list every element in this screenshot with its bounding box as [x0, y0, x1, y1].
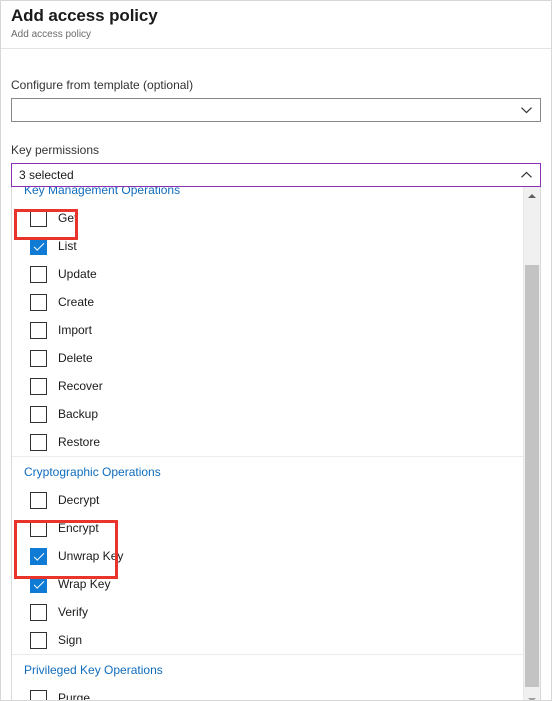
key-permissions-field-label: Key permissions [11, 143, 100, 157]
checkbox-checked-icon[interactable] [30, 575, 47, 593]
dropdown-option-label: Restore [58, 435, 101, 449]
dropdown-option-label: Verify [58, 605, 89, 619]
checkbox-checked-icon[interactable] [30, 237, 47, 255]
checkbox-unchecked-icon[interactable] [30, 603, 47, 621]
key-permissions-value: 3 selected [19, 168, 74, 182]
option-group-header: Privileged Key Operations [12, 654, 523, 684]
dropdown-option[interactable]: Update [12, 260, 523, 288]
add-access-policy-blade: Add access policy Add access policy Conf… [0, 0, 552, 701]
configure-from-template-select[interactable] [11, 98, 541, 122]
dropdown-option-label: Recover [58, 379, 103, 393]
checkbox-unchecked-icon[interactable] [30, 209, 47, 227]
dropdown-option-label: Unwrap Key [58, 549, 124, 563]
scroll-up-arrow-icon[interactable] [524, 187, 540, 204]
scroll-down-arrow-icon[interactable] [524, 691, 540, 700]
page-subtitle: Add access policy [11, 29, 92, 40]
dropdown-scrollbar[interactable] [523, 187, 540, 700]
dropdown-option-label: Delete [58, 351, 93, 365]
dropdown-option-label: List [58, 239, 77, 253]
dropdown-option-label: Backup [58, 407, 99, 421]
dropdown-option[interactable]: Sign [12, 626, 523, 654]
dropdown-option[interactable]: List [12, 232, 523, 260]
blade-header: Add access policy Add access policy [1, 1, 551, 49]
key-permissions-dropdown-panel: Key Management Operations Get List Update Cr… [11, 187, 541, 701]
checkbox-unchecked-icon[interactable] [30, 265, 47, 283]
dropdown-option[interactable]: Encrypt [12, 514, 523, 542]
option-group-header: Cryptographic Operations [12, 456, 523, 486]
checkbox-unchecked-icon[interactable] [30, 405, 47, 423]
checkbox-unchecked-icon[interactable] [30, 491, 47, 509]
dropdown-option-label: Get [58, 211, 78, 225]
chevron-down-icon [520, 104, 533, 117]
dropdown-option[interactable]: Get [12, 204, 523, 232]
dropdown-option-label: Decrypt [58, 493, 100, 507]
dropdown-option-label: Encrypt [58, 521, 99, 535]
dropdown-option-label: Create [58, 295, 95, 309]
key-permissions-select[interactable]: 3 selected [11, 163, 541, 187]
checkbox-unchecked-icon[interactable] [30, 377, 47, 395]
form-area: Configure from template (optional) Key p… [1, 77, 551, 701]
checkbox-unchecked-icon[interactable] [30, 321, 47, 339]
dropdown-option-label: Sign [58, 633, 83, 647]
dropdown-option[interactable]: Recover [12, 372, 523, 400]
dropdown-option-label: Wrap Key [58, 577, 111, 591]
dropdown-option[interactable]: Delete [12, 344, 523, 372]
page-title: Add access policy [11, 6, 158, 25]
dropdown-option[interactable]: Restore [12, 428, 523, 456]
chevron-up-icon [520, 169, 533, 182]
dropdown-scroll-viewport: Key Management Operations Get List Update Cr… [12, 187, 523, 701]
dropdown-option[interactable]: Backup [12, 400, 523, 428]
checkbox-unchecked-icon[interactable] [30, 631, 47, 649]
dropdown-option[interactable]: Unwrap Key [12, 542, 523, 570]
checkbox-unchecked-icon[interactable] [30, 519, 47, 537]
template-field-label: Configure from template (optional) [11, 78, 194, 92]
checkbox-unchecked-icon[interactable] [30, 433, 47, 451]
dropdown-option-label: Import [58, 323, 93, 337]
checkbox-unchecked-icon[interactable] [30, 689, 47, 700]
checkbox-unchecked-icon[interactable] [30, 293, 47, 311]
dropdown-option[interactable]: Wrap Key [12, 570, 523, 598]
dropdown-option[interactable]: Verify [12, 598, 523, 626]
option-group-header: Key Management Operations [24, 187, 181, 197]
dropdown-option[interactable]: Decrypt [12, 486, 523, 514]
dropdown-option-list: Key Management Operations Get List Update Cr… [12, 187, 523, 701]
dropdown-option[interactable]: Create [12, 288, 523, 316]
checkbox-unchecked-icon[interactable] [30, 349, 47, 367]
dropdown-option[interactable]: Purge [12, 684, 523, 701]
checkbox-checked-icon[interactable] [30, 547, 47, 565]
dropdown-option-label: Update [58, 267, 97, 281]
dropdown-option[interactable]: Import [12, 316, 523, 344]
dropdown-option-label: Purge [58, 691, 91, 701]
scrollbar-thumb[interactable] [525, 265, 539, 687]
